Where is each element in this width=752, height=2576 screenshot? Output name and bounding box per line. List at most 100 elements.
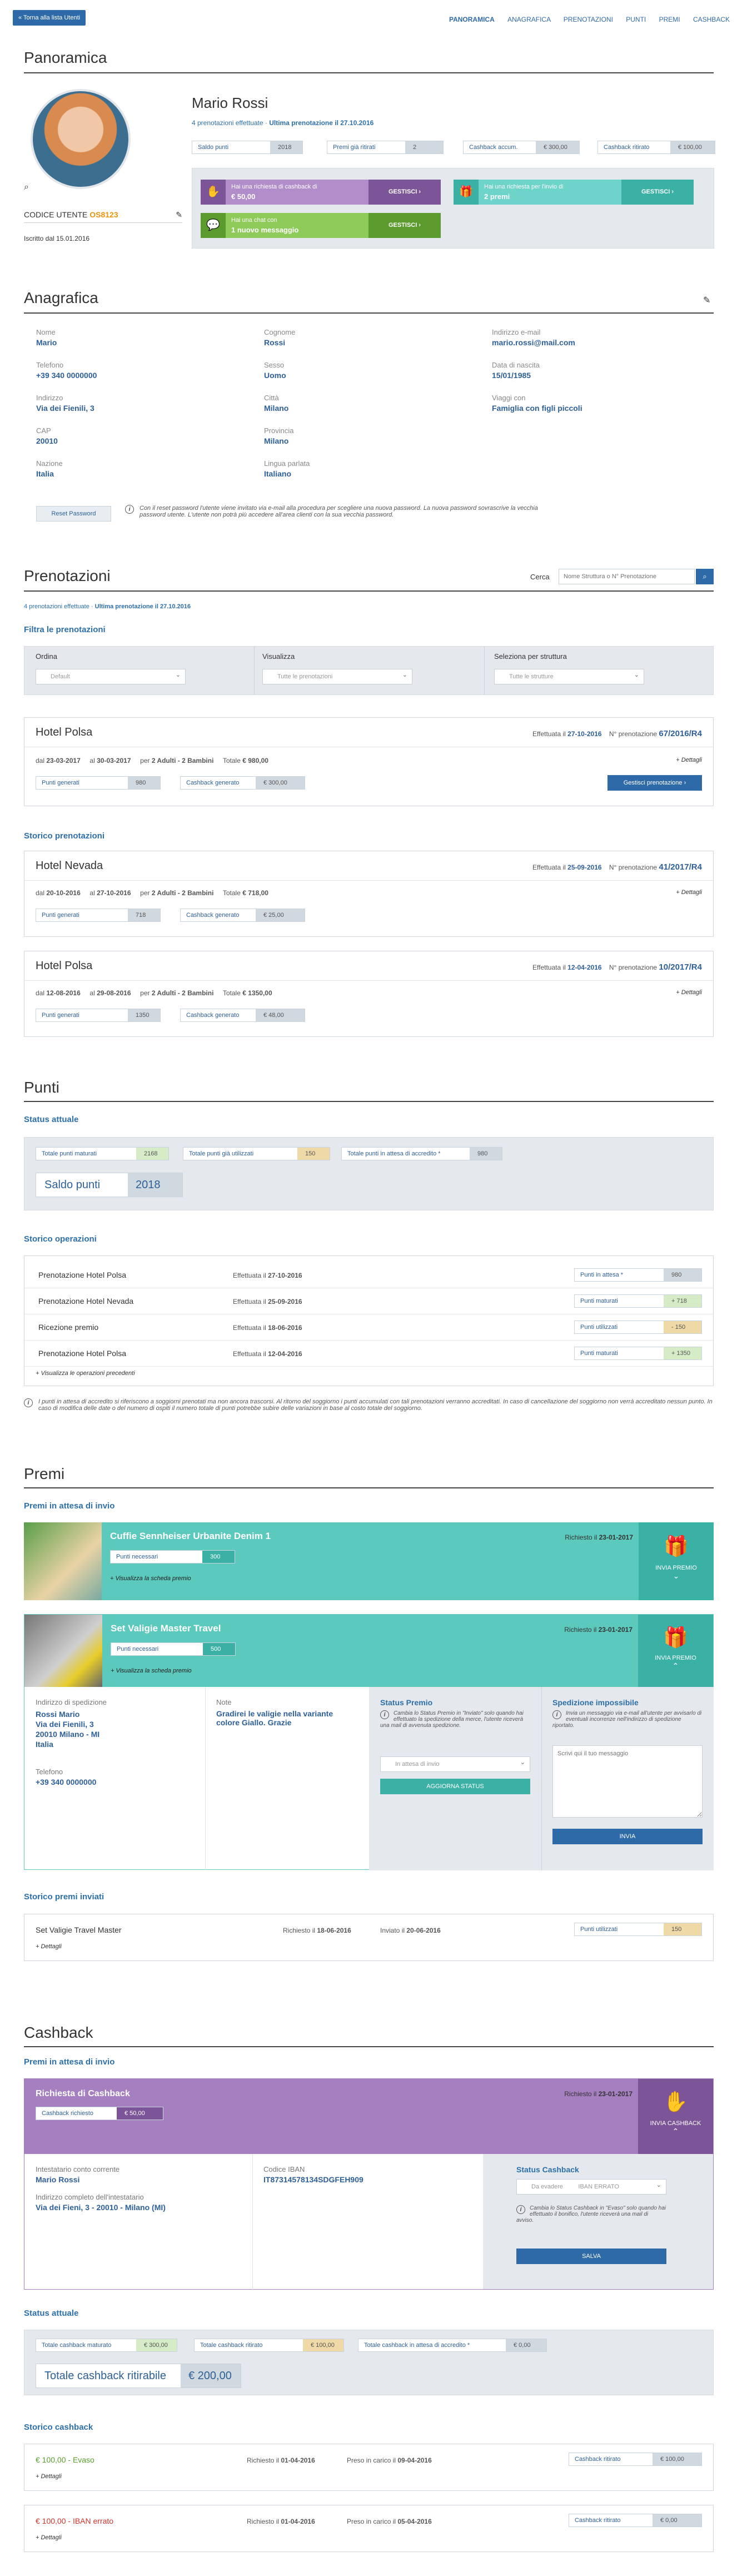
nav-cashback[interactable]: CASHBACK: [693, 16, 730, 23]
points-generated: Punti generati 718: [36, 909, 161, 922]
search-button[interactable]: ⌕: [696, 569, 714, 584]
nav-premi[interactable]: PREMI: [659, 16, 680, 23]
cashback-withdrawable: Totale cashback ritirabile € 200,00: [36, 2364, 241, 2388]
manage-cashback-button[interactable]: GESTISCI ›: [368, 180, 441, 205]
info-icon: i: [380, 1710, 389, 1719]
points-used: Punti utilizzati 150: [574, 1923, 702, 1936]
field-value: Milano: [264, 436, 289, 445]
details-link[interactable]: + Dettagli: [676, 889, 702, 896]
edit-icon[interactable]: ✎: [703, 295, 710, 306]
details-link[interactable]: + Dettagli: [36, 2534, 62, 2541]
field: Telefono +39 340 0000000: [36, 361, 247, 380]
field-label: Nome: [36, 328, 56, 336]
operation-points: Punti maturati + 1350: [574, 1347, 702, 1360]
nav-punti[interactable]: PUNTI: [626, 16, 646, 23]
divider: [24, 590, 714, 592]
field-label: Cognome: [264, 328, 296, 336]
save-button[interactable]: SALVA: [516, 2249, 666, 2264]
divider: [24, 1487, 714, 1488]
manage-prizes-button[interactable]: GESTISCI ›: [621, 180, 694, 205]
operation-row: Ricezione premio Effettuata il 18-06-2016…: [24, 1315, 713, 1341]
avatar: [31, 89, 131, 189]
field-value: 20010: [36, 436, 58, 445]
reset-password-button[interactable]: Reset Password: [36, 506, 111, 522]
gift-icon: 🎁: [454, 180, 479, 205]
cashback-waiting-title: Premi in attesa di invio: [24, 2057, 115, 2067]
manage-chat-button[interactable]: GESTISCI ›: [368, 213, 441, 238]
send-message-button[interactable]: INVIA: [552, 1829, 703, 1844]
cashback-status-select[interactable]: Da evadere IBAN ERRATO: [516, 2178, 666, 2195]
structure-select[interactable]: Tutte le strutture: [494, 668, 644, 684]
search-icon[interactable]: ⌕: [24, 182, 29, 192]
prize-actions-panel: Status Premio i Cambia lo Status Premio i…: [369, 1687, 714, 1870]
details-link[interactable]: + Dettagli: [676, 757, 702, 763]
send-prize-button[interactable]: 🎁 INVIA PREMIO ⌄: [639, 1522, 714, 1600]
details-link[interactable]: + Dettagli: [676, 989, 702, 996]
prize-image: [24, 1522, 102, 1600]
field: Nazione Italia: [36, 459, 247, 478]
prize-link[interactable]: + Visualizza la scheda premio: [110, 1575, 191, 1582]
operation-row: Prenotazione Hotel Nevada Effettuata il 2…: [24, 1289, 713, 1314]
field-value: +39 340 0000000: [36, 371, 97, 380]
panoramica-title: Panoramica: [24, 49, 107, 66]
booking-search-input[interactable]: [559, 569, 695, 584]
premi-title: Premi: [24, 1465, 65, 1482]
field-value: Famiglia con figli piccoli: [492, 404, 582, 413]
edit-icon[interactable]: ✎: [176, 210, 182, 220]
details-link[interactable]: + Dettagli: [36, 2473, 62, 2480]
cashback-requested: Cashback richiesto € 50,00: [36, 2107, 163, 2120]
field-value: Milano: [264, 404, 289, 413]
send-cashback-button[interactable]: ✋ INVIA CASHBACK ⌃: [638, 2079, 713, 2154]
filters-panel: Ordina Default Visualizza Tutte le preno…: [24, 646, 714, 695]
chat-alert: 💬 Hai una chat con 1 nuovo messaggio GES…: [201, 213, 441, 238]
registered-date: Iscritto dal 15.01.2016: [24, 235, 90, 242]
divider: [24, 72, 714, 73]
gift-icon: 🎁: [663, 1626, 688, 1649]
shipping-message-input[interactable]: [552, 1745, 703, 1818]
points-generated: Punti generati 1350: [36, 1009, 161, 1022]
top-bar: « Torna alla lista Utenti PANORAMICA ANA…: [13, 10, 730, 29]
field-label: Indirizzo: [36, 394, 63, 402]
operations-title: Storico operazioni: [24, 1234, 97, 1244]
cashback-icon: ✋: [201, 180, 226, 205]
manage-booking-button[interactable]: Gestisci prenotazione ›: [607, 775, 702, 791]
field-label: Data di nascita: [492, 361, 540, 369]
back-to-users-button[interactable]: « Torna alla lista Utenti: [13, 10, 86, 26]
cashback-history-row: € 100,00 - Evaso Richiesto il 01-04-2016 P…: [24, 2444, 714, 2491]
field-value: Italia: [36, 469, 54, 478]
view-select[interactable]: Tutte le prenotazioni: [262, 668, 412, 684]
cashback-generated: Cashback generato € 300,00: [180, 776, 305, 790]
cashback-generated: Cashback generato € 25,00: [180, 909, 305, 922]
points-note: iI punti in attesa di accredito si rifer…: [24, 1398, 714, 1412]
hand-coin-icon: ✋: [663, 2090, 688, 2113]
notes-value: Gradirei le valigie nella variante color…: [216, 1709, 333, 1727]
field-value: Via dei Fienili, 3: [36, 404, 94, 413]
info-icon: i: [24, 1398, 33, 1407]
field: Indirizzo e-mail mario.rossi@mail.com: [492, 328, 703, 347]
prize-link[interactable]: + Visualizza la scheda premio: [111, 1667, 192, 1674]
prize-request-date: Richiesto il 23-01-2017: [564, 1626, 633, 1634]
chat-icon: 💬: [201, 213, 226, 238]
nav-panoramica[interactable]: PANORAMICA: [449, 16, 495, 23]
send-prize-button[interactable]: 🎁 INVIA PREMIO ⌃: [638, 1615, 713, 1687]
field-value: Mario: [36, 338, 57, 347]
booking-meta: Effettuata il 12-04-2016 N° prenotazione…: [532, 962, 702, 972]
gift-icon: 🎁: [664, 1535, 689, 1557]
nav-anagrafica[interactable]: ANAGRAFICA: [507, 16, 550, 23]
order-select[interactable]: Default: [36, 668, 186, 684]
update-status-button[interactable]: AGGIORNA STATUS: [380, 1779, 530, 1794]
stat-cashback-ritirato: Cashback ritirato € 100,00: [597, 141, 715, 154]
account-holder: Mario Rossi: [36, 2175, 80, 2184]
cashback-request-title: Richiesta di Cashback: [36, 2089, 130, 2098]
more-operations-link[interactable]: + Visualizza le operazioni precedenti: [36, 1370, 135, 1377]
details-link[interactable]: + Dettagli: [36, 1943, 62, 1950]
phone-value: +39 340 0000000: [36, 1778, 97, 1786]
prize-status-select[interactable]: In attesa di invio: [380, 1755, 530, 1772]
prize-points: Punti necessari 300: [110, 1550, 235, 1564]
cashback-request-date: Richiesto il 23-01-2017: [564, 2090, 633, 2098]
user-name: Mario Rossi: [192, 95, 268, 111]
cashback-history-title: Storico cashback: [24, 2423, 93, 2432]
nav-prenotazioni[interactable]: PRENOTAZIONI: [564, 16, 613, 23]
divider: [24, 2046, 714, 2047]
alerts-panel: ✋ Hai una richiesta di cashback di € 50,…: [192, 168, 714, 249]
